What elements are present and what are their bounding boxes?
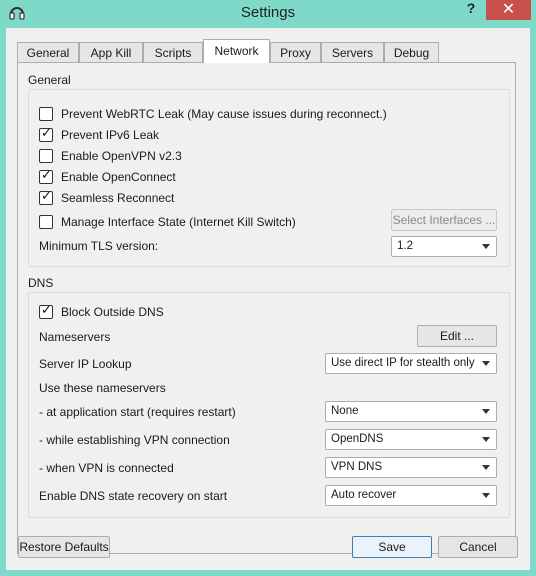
nameservers-label: Nameservers [39,330,111,344]
edit-nameservers-button[interactable]: Edit ... [417,325,497,347]
tab-servers[interactable]: Servers [321,42,384,62]
checkbox-box: ✓ [39,166,53,184]
restore-defaults-button[interactable]: Restore Defaults [18,536,110,558]
use-these-nameservers-label: Use these nameservers [39,381,166,395]
checkbox-label: Enable OpenVPN v2.3 [61,149,182,163]
chevron-down-icon [482,465,490,470]
min-tls-select[interactable]: 1.2 [391,236,497,257]
server-ip-lookup-label: Server IP Lookup [39,357,132,371]
checkbox-box: ✓ [39,187,53,205]
checkmark-icon: ✓ [41,124,52,140]
select-value: None [331,405,359,417]
cancel-button[interactable]: Cancel [438,536,518,558]
checkbox-label: Prevent WebRTC Leak (May cause issues du… [61,107,387,121]
prevent-webrtc-checkbox[interactable]: Prevent WebRTC Leak (May cause issues du… [39,105,387,123]
checkbox-box [39,148,53,163]
select-value: Use direct IP for stealth only [331,357,475,369]
select-value: VPN DNS [331,461,383,473]
checkbox-label: Prevent IPv6 Leak [61,128,160,142]
tab-debug[interactable]: Debug [384,42,439,62]
checkbox-box: ✓ [39,124,53,142]
title-bar: Settings ? ✕ [0,0,536,28]
checkmark-icon: ✓ [41,187,52,203]
settings-dialog: General App Kill Scripts Network Proxy S… [6,28,530,570]
app-start-dns-select[interactable]: None [325,401,497,422]
help-button[interactable]: ? [462,0,480,20]
checkbox-label: Block Outside DNS [61,305,164,319]
select-value: Auto recover [331,489,397,501]
chevron-down-icon [482,493,490,498]
network-pane: General Prevent WebRTC Leak (May cause i… [17,62,516,554]
tab-general[interactable]: General [17,42,79,62]
checkbox-label: Enable OpenConnect [61,170,176,184]
select-interfaces-button[interactable]: Select Interfaces ... [391,209,497,231]
checkmark-icon: ✓ [41,166,52,182]
min-tls-label: Minimum TLS version: [39,239,159,253]
establishing-dns-label: - while establishing VPN connection [39,433,230,447]
select-value: 1.2 [397,240,413,252]
select-value: OpenDNS [331,433,384,445]
enable-openvpn-checkbox[interactable]: Enable OpenVPN v2.3 [39,147,182,165]
manage-interface-checkbox[interactable]: Manage Interface State (Internet Kill Sw… [39,213,296,231]
chevron-down-icon [482,409,490,414]
dns-recovery-select[interactable]: Auto recover [325,485,497,506]
app-start-dns-label: - at application start (requires restart… [39,405,236,419]
checkbox-label: Manage Interface State (Internet Kill Sw… [61,215,296,229]
tab-scripts[interactable]: Scripts [143,42,203,62]
tab-proxy[interactable]: Proxy [270,42,321,62]
chevron-down-icon [482,437,490,442]
block-outside-dns-checkbox[interactable]: ✓ Block Outside DNS [39,301,164,321]
server-ip-lookup-select[interactable]: Use direct IP for stealth only [325,353,497,374]
dns-recovery-label: Enable DNS state recovery on start [39,489,228,503]
general-section-label: General [28,73,71,87]
establishing-dns-select[interactable]: OpenDNS [325,429,497,450]
seamless-reconnect-checkbox[interactable]: ✓ Seamless Reconnect [39,187,175,207]
save-button[interactable]: Save [352,536,432,558]
checkbox-box [39,214,53,229]
checkbox-label: Seamless Reconnect [61,191,175,205]
chevron-down-icon [482,361,490,366]
connected-dns-label: - when VPN is connected [39,461,174,475]
checkmark-icon: ✓ [41,301,52,317]
checkbox-box: ✓ [39,301,53,319]
chevron-down-icon [482,244,490,249]
tab-network[interactable]: Network [203,39,270,63]
prevent-ipv6-checkbox[interactable]: ✓ Prevent IPv6 Leak [39,124,160,144]
connected-dns-select[interactable]: VPN DNS [325,457,497,478]
checkbox-box [39,106,53,121]
enable-openconnect-checkbox[interactable]: ✓ Enable OpenConnect [39,166,176,186]
tab-app-kill[interactable]: App Kill [79,42,143,62]
window-title: Settings [240,4,296,21]
close-button[interactable]: ✕ [486,0,531,20]
dns-section-label: DNS [28,276,54,290]
